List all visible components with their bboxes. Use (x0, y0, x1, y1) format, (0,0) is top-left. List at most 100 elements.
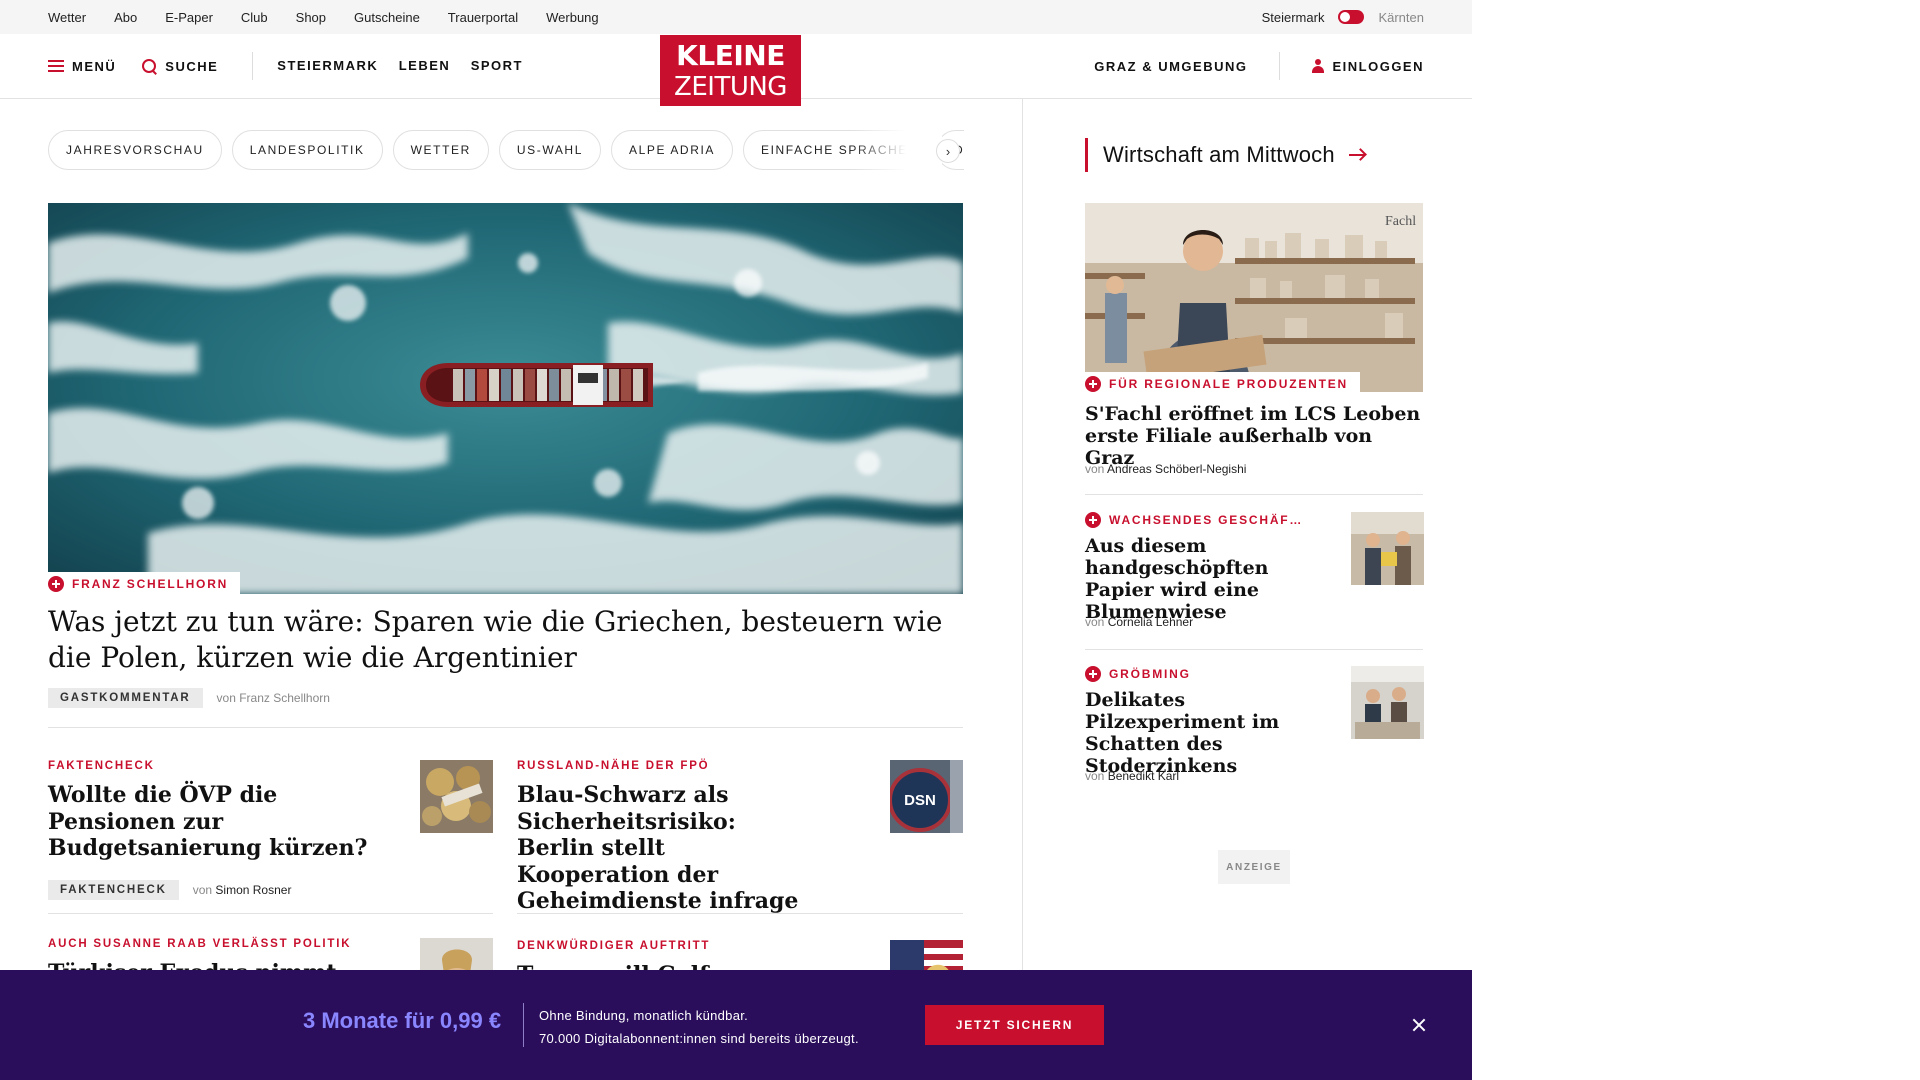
shop-sign-text: Fachl (1385, 214, 1416, 229)
sidebar-feature-kicker-text: FÜR REGIONALE PRODUZENTEN (1109, 377, 1349, 391)
article-thumbnail[interactable] (420, 760, 493, 833)
hero-meta: GASTKOMMENTAR von Franz Schellhorn (48, 688, 330, 708)
sidebar-item-author[interactable]: Benedikt Karl (1108, 769, 1179, 783)
pills-fade (852, 130, 942, 172)
topic-pills: JAHRESVORSCHAU LANDESPOLITIK WETTER US-W… (48, 130, 964, 172)
region-toggle[interactable] (1338, 10, 1365, 24)
arrow-right-icon (1348, 148, 1367, 162)
utility-link-abo[interactable]: Abo (114, 10, 137, 25)
sidebar-item-title[interactable]: Delikates Pilzexperiment im Schatten des… (1085, 689, 1330, 777)
sidebar-feature-image[interactable]: Fachl (1085, 203, 1423, 392)
header-left: MENÜ SUCHE STEIERMARK LEBEN SPORT (48, 34, 539, 98)
hero-ship-illustration (48, 203, 963, 594)
header-divider (252, 52, 254, 80)
promo-line-2: 70.000 Digitalabonnent:innen sind bereit… (539, 1031, 859, 1046)
article-card[interactable]: FAKTENCHECK Wollte die ÖVP die Pensionen… (48, 760, 398, 862)
search-button[interactable]: SUCHE (142, 58, 218, 74)
article-kicker: FAKTENCHECK (48, 760, 155, 772)
sidebar-feature-author[interactable]: Andreas Schöberl-Negishi (1107, 462, 1246, 476)
kleine-zeitung-logo[interactable]: KLEINE ZEITUNG (660, 35, 801, 106)
promo-line-1: Ohne Bindung, monatlich kündbar. (539, 1008, 749, 1023)
shop-owner-image: Fachl (1085, 203, 1423, 392)
dsn-label: DSN (904, 792, 936, 809)
hero-image[interactable] (48, 203, 963, 594)
pill-us-wahl[interactable]: US-WAHL (498, 130, 601, 170)
region-selector[interactable]: GRAZ & UMGEBUNG (1094, 59, 1247, 74)
sidebar-heading[interactable]: Wirtschaft am Mittwoch (1085, 138, 1367, 172)
header-divider-right (1279, 52, 1281, 80)
utility-link-gutscheine[interactable]: Gutscheine (354, 10, 420, 25)
logo-line-2: ZEITUNG (674, 72, 787, 102)
promo-text: Ohne Bindung, monatlich kündbar. 70.000 … (539, 1004, 859, 1050)
people-with-paper-image (1351, 512, 1424, 585)
plus-icon (1085, 666, 1101, 682)
region-kaernten[interactable]: Kärnten (1378, 10, 1424, 25)
search-icon (142, 58, 157, 74)
pills-next-button[interactable]: › (936, 139, 960, 163)
pill-landespolitik[interactable]: LANDESPOLITIK (231, 130, 383, 170)
utility-link-trauerportal[interactable]: Trauerportal (448, 10, 518, 25)
chevron-right-icon: › (945, 143, 951, 159)
article-title[interactable]: Blau-Schwarz als Sicherheitsrisiko: Berl… (517, 782, 807, 915)
article-card[interactable]: RUSSLAND-NÄHE DER FPÖ Blau-Schwarz als S… (517, 760, 807, 915)
nav-item-sport[interactable]: SPORT (471, 58, 523, 73)
sidebar-item-byline: von Benedikt Karl (1085, 769, 1179, 783)
main-nav: STEIERMARK LEBEN SPORT (277, 57, 539, 75)
divider (1085, 494, 1423, 495)
nav-item-leben[interactable]: LEBEN (399, 58, 451, 73)
hero-byline: von Franz Schellhorn (217, 691, 330, 705)
coins-image (420, 760, 493, 833)
sidebar-feature-byline: von Andreas Schöberl-Negishi (1085, 462, 1246, 476)
user-icon (1312, 59, 1325, 73)
logo-line-1: KLEINE (676, 39, 785, 72)
utility-link-werbung[interactable]: Werbung (546, 10, 599, 25)
article-title[interactable]: Wollte die ÖVP die Pensionen zur Budgets… (48, 782, 398, 862)
sidebar-item-kicker-text: WACHSENDES GESCHÄF… (1109, 513, 1304, 527)
utility-links: Wetter Abo E-Paper Club Shop Gutscheine … (48, 0, 627, 34)
close-icon[interactable] (1409, 1015, 1429, 1035)
pill-alpe-adria[interactable]: ALPE ADRIA (610, 130, 733, 170)
region-steiermark[interactable]: Steiermark (1262, 10, 1325, 25)
utility-link-epaper[interactable]: E-Paper (165, 10, 213, 25)
article-kicker: RUSSLAND-NÄHE DER FPÖ (517, 760, 710, 772)
sidebar-feature-kicker: FÜR REGIONALE PRODUZENTEN (1085, 372, 1361, 396)
sidebar-feature-title[interactable]: S'Fachl eröffnet im LCS Leoben erste Fil… (1085, 403, 1423, 469)
byline-prefix: von (1085, 462, 1105, 476)
hero-headline[interactable]: Was jetzt zu tun wäre: Sparen wie die Gr… (48, 604, 963, 676)
sidebar-item-byline: von Cornelia Lehner (1085, 615, 1193, 629)
plus-icon (48, 576, 64, 592)
divider (1085, 649, 1423, 650)
sidebar-item-author[interactable]: Cornelia Lehner (1108, 615, 1193, 629)
pill-wetter[interactable]: WETTER (392, 130, 489, 170)
menu-button[interactable]: MENÜ (48, 59, 116, 74)
utility-link-shop[interactable]: Shop (296, 10, 326, 25)
hero-author[interactable]: Franz Schellhorn (239, 691, 330, 705)
utility-link-wetter[interactable]: Wetter (48, 10, 86, 25)
article-byline: von Simon Rosner (193, 883, 292, 897)
promo-subscribe-button[interactable]: JETZT SICHERN (925, 1005, 1104, 1045)
mushroom-farm-image (1351, 666, 1424, 739)
sidebar-item-thumbnail[interactable] (1351, 666, 1424, 739)
utility-link-club[interactable]: Club (241, 10, 268, 25)
sidebar-item-thumbnail[interactable] (1351, 512, 1424, 585)
menu-label: MENÜ (72, 58, 117, 74)
ad-label: ANZEIGE (1218, 850, 1290, 884)
hero-kicker: FRANZ SCHELLHORN (48, 572, 241, 596)
sidebar-heading-text: Wirtschaft am Mittwoch (1103, 142, 1335, 167)
login-label: EINLOGGEN (1332, 58, 1424, 74)
article-thumbnail[interactable]: DSN (890, 760, 963, 833)
main-header: MENÜ SUCHE STEIERMARK LEBEN SPORT KLEINE… (0, 34, 1472, 106)
promo-price: 3 Monate für 0,99 € (303, 1008, 502, 1033)
divider (517, 913, 963, 914)
article-kicker: DENKWÜRDIGER AUFTRITT (517, 940, 711, 952)
sidebar-item-kicker: WACHSENDES GESCHÄF… (1085, 512, 1303, 528)
login-button[interactable]: EINLOGGEN (1312, 59, 1424, 74)
pill-jahresvorschau[interactable]: JAHRESVORSCHAU (48, 130, 222, 170)
article-tag: FAKTENCHECK (48, 880, 179, 900)
hero-tag: GASTKOMMENTAR (48, 688, 203, 708)
divider (48, 913, 493, 914)
nav-item-steiermark[interactable]: STEIERMARK (277, 58, 378, 73)
article-author[interactable]: Simon Rosner (215, 883, 291, 897)
sidebar-item-title[interactable]: Aus diesem handgeschöpften Papier wird e… (1085, 535, 1330, 623)
plus-icon (1085, 376, 1101, 392)
